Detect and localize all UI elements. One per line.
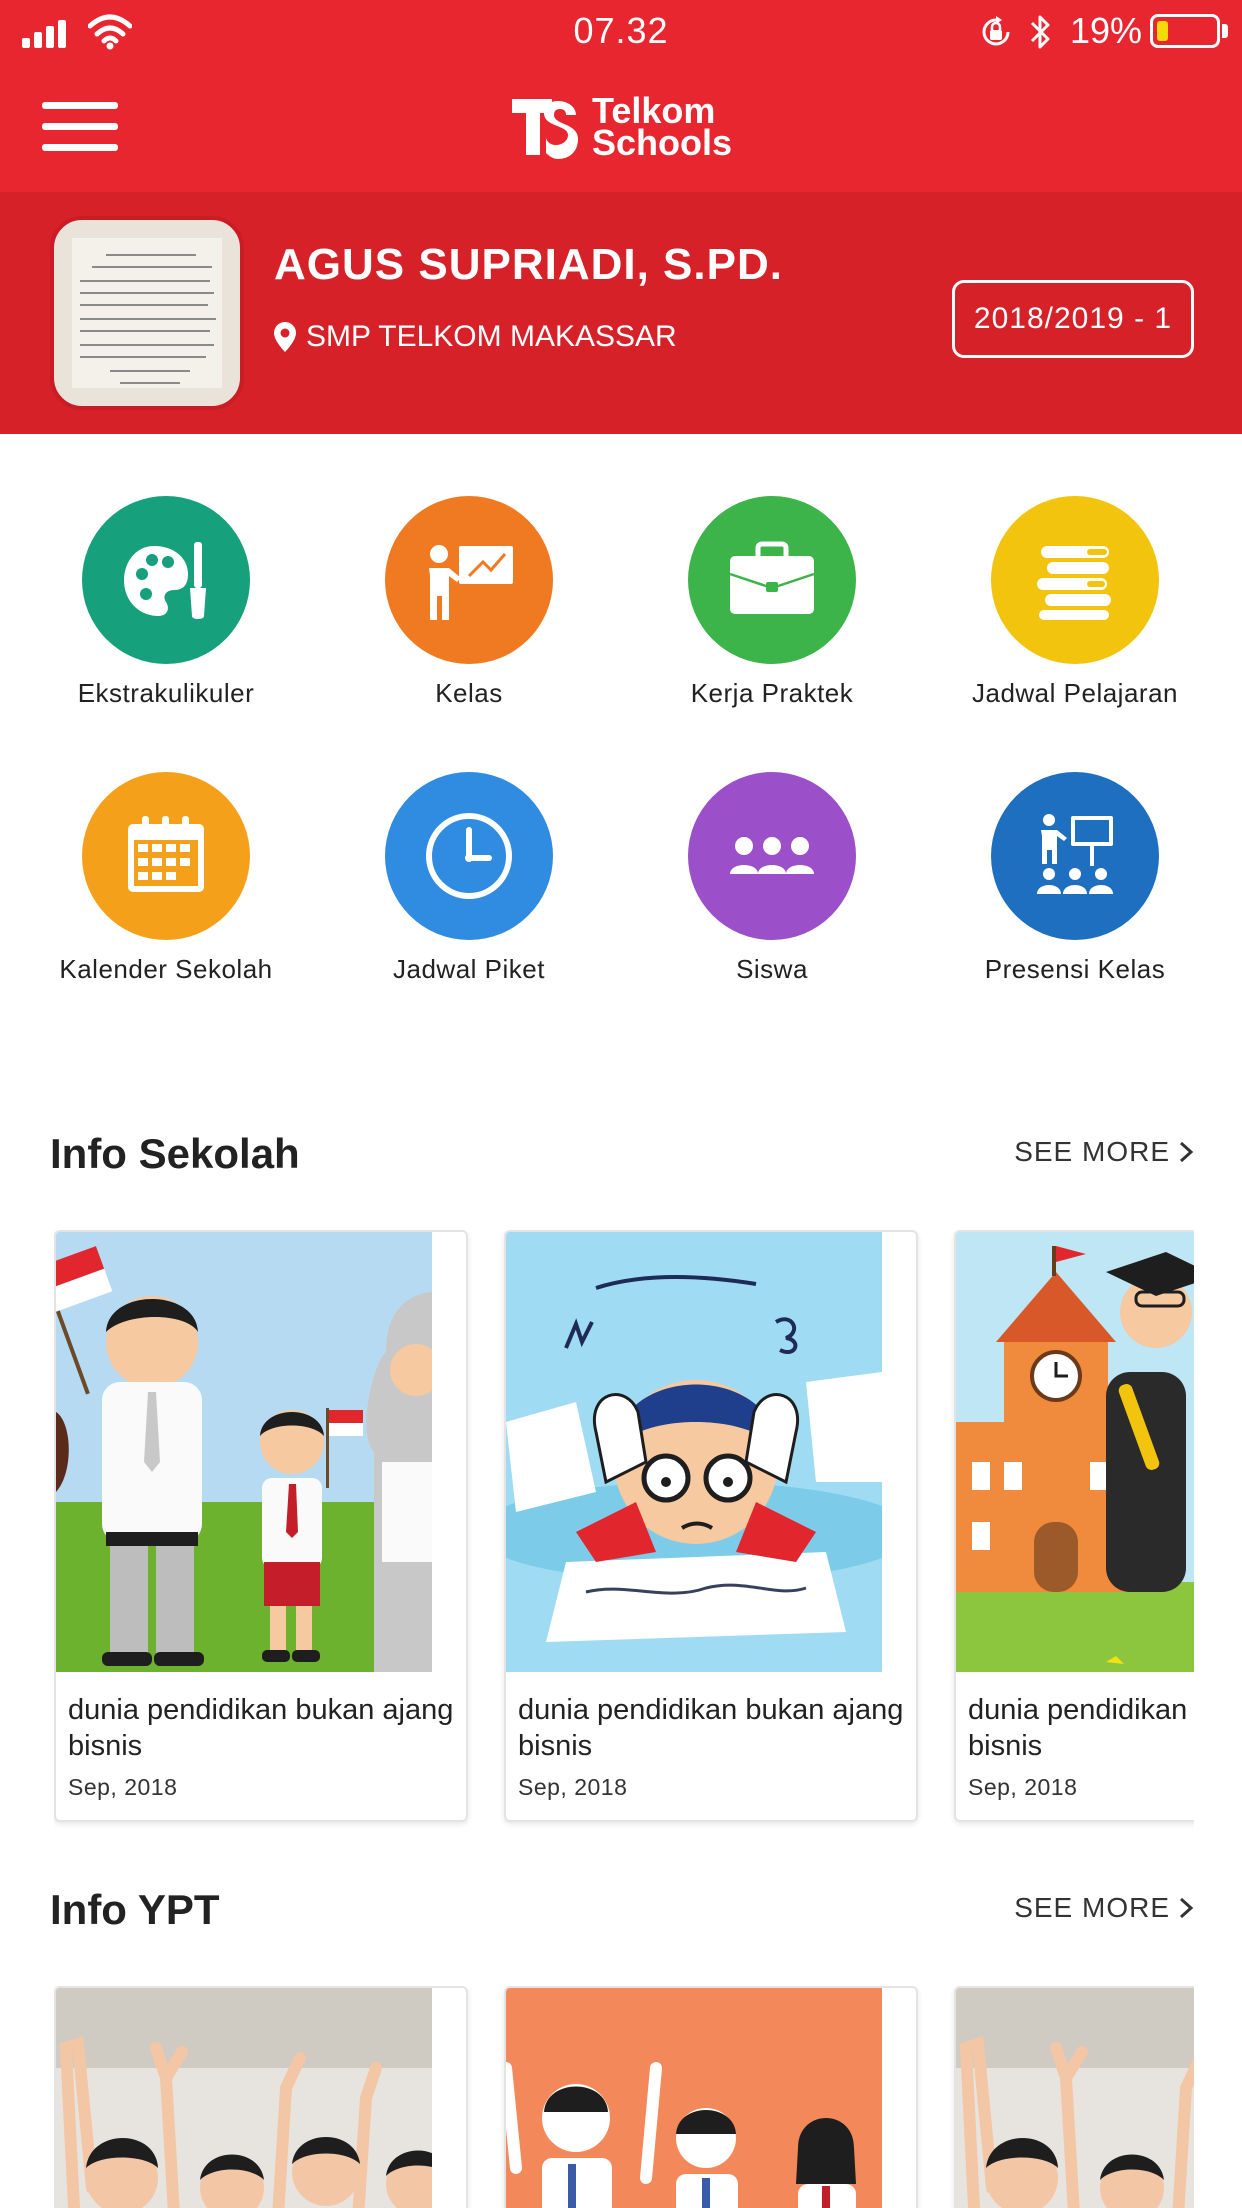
card-title: dunia pendidikan bukan ajang bisnis [968, 1694, 1194, 1762]
status-time: 07.32 [573, 10, 669, 51]
menu-label: Ekstrakulikuler [77, 678, 255, 708]
info-card[interactable] [54, 1986, 468, 2208]
chevron-right-icon [1179, 1141, 1194, 1163]
section-title-info-ypt: Info YPT [50, 1886, 220, 1933]
battery-icon [1150, 14, 1220, 48]
card-image [956, 1988, 1194, 2208]
avatar-photo [72, 238, 222, 388]
calendar-icon [128, 816, 204, 892]
menu-kerja-praktek[interactable]: Kerja Praktek [621, 490, 923, 730]
menu-circle [82, 772, 250, 940]
menu-circle [991, 496, 1159, 664]
menu-siswa[interactable]: Siswa [621, 766, 923, 1006]
menu-kalender-sekolah[interactable]: Kalender Sekolah [15, 766, 317, 1006]
rotation-lock-icon [982, 16, 1010, 46]
telkom-logo-icon [512, 99, 578, 159]
info-card[interactable]: dunia pendidikan bukan ajang bisnis Sep,… [54, 1230, 468, 1822]
info-sekolah-carousel[interactable]: dunia pendidikan bukan ajang bisnis Sep,… [54, 1230, 1194, 1830]
card-image [506, 1232, 882, 1672]
battery-tip [1222, 24, 1228, 38]
battery-percent: 19% [1070, 10, 1143, 51]
card-title: dunia pendidikan bukan ajang bisnis [518, 1694, 904, 1762]
see-more-info-ypt[interactable]: SEE MORE [1014, 1892, 1194, 1924]
teacher-board-icon [429, 545, 513, 620]
info-card[interactable] [504, 1986, 918, 2208]
app-header: Telkom Schools [0, 62, 1242, 192]
menu-circle [688, 496, 856, 664]
presentation-icon [1037, 814, 1113, 894]
menu-jadwal-piket[interactable]: Jadwal Piket [318, 766, 620, 1006]
section-title-info-sekolah: Info Sekolah [50, 1130, 300, 1177]
menu-label: Siswa [736, 954, 808, 984]
menu-label: Kelas [435, 678, 503, 708]
status-bar: 07.32 19% [0, 0, 1242, 62]
menu-label: Presensi Kelas [984, 954, 1166, 984]
info-card[interactable]: dunia pendidikan bukan ajang bisnis Sep,… [504, 1230, 918, 1822]
profile-name: AGUS SUPRIADI, S.PD. [274, 240, 783, 289]
see-more-info-sekolah[interactable]: SEE MORE [1014, 1136, 1194, 1168]
profile-banner: AGUS SUPRIADI, S.PD. SMP TELKOM MAKASSAR… [0, 192, 1242, 434]
bluetooth-icon [1030, 15, 1050, 49]
profile-school: SMP TELKOM MAKASSAR [274, 320, 677, 354]
info-ypt-carousel[interactable] [54, 1986, 1194, 2208]
menu-jadwal-pelajaran[interactable]: Jadwal Pelajaran [924, 490, 1226, 730]
hamburger-line [42, 123, 118, 130]
menu-label: Kalender Sekolah [59, 954, 273, 984]
card-date: Sep, 2018 [518, 1774, 628, 1800]
clock-icon [426, 813, 512, 899]
see-more-label: SEE MORE [1014, 1892, 1170, 1923]
chevron-right-icon [1179, 1897, 1194, 1919]
menu-kelas[interactable]: Kelas [318, 490, 620, 730]
logo-line-2: Schools [592, 122, 733, 163]
card-title: dunia pendidikan bukan ajang bisnis [68, 1694, 454, 1762]
menu-presensi-kelas[interactable]: Presensi Kelas [924, 766, 1226, 1006]
card-date: Sep, 2018 [968, 1774, 1078, 1800]
location-pin-icon [274, 322, 296, 352]
menu-circle [688, 772, 856, 940]
info-card[interactable]: dunia pendidikan bukan ajang bisnis Sep,… [954, 1230, 1194, 1822]
avatar[interactable] [50, 216, 244, 410]
school-name: SMP TELKOM MAKASSAR [306, 320, 677, 353]
telkom-schools-logo: Telkom Schools [508, 84, 732, 170]
info-card[interactable] [954, 1986, 1194, 2208]
academic-period-button[interactable]: 2018/2019 - 1 [952, 280, 1194, 358]
menu-label: Jadwal Piket [393, 954, 545, 984]
menu-label: Kerja Praktek [690, 678, 854, 708]
card-image [56, 1232, 432, 1672]
menu-label: Jadwal Pelajaran [971, 678, 1178, 708]
card-date: Sep, 2018 [68, 1774, 178, 1800]
books-icon [1037, 546, 1111, 620]
menu-circle [385, 496, 553, 664]
card-image [956, 1232, 1194, 1672]
menu-circle [82, 496, 250, 664]
logo-text: Telkom Schools [592, 93, 733, 163]
hamburger-line [42, 144, 118, 151]
briefcase-icon [729, 541, 815, 614]
menu-circle [991, 772, 1159, 940]
card-image [56, 1988, 432, 2208]
card-image [506, 1988, 882, 2208]
palette-icon [124, 542, 206, 619]
menu-ekstrakulikuler[interactable]: Ekstrakulikuler [15, 490, 317, 730]
hamburger-line [42, 102, 118, 109]
menu-button[interactable] [42, 98, 120, 154]
students-icon [730, 837, 814, 874]
menu-circle [385, 772, 553, 940]
see-more-label: SEE MORE [1014, 1136, 1170, 1167]
